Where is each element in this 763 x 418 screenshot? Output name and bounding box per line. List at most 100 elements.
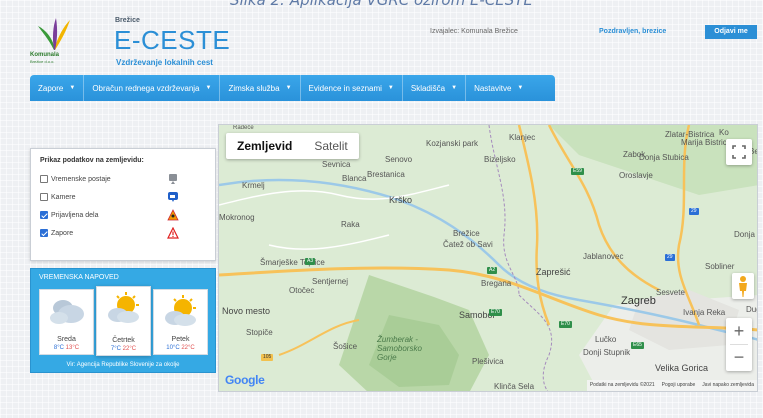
chevron-down-icon: ▼ <box>387 85 394 91</box>
map-place-label: Krško <box>389 195 413 205</box>
map-place-label: Blanca <box>342 174 367 183</box>
fullscreen-icon <box>732 145 746 159</box>
map-place-label: Ko <box>719 128 729 137</box>
forecast-temp: 10°C 22°C <box>166 345 195 351</box>
road-shield: A3 <box>305 258 316 265</box>
forecast-day-today: Četrtek 7°C 22°C <box>96 286 151 356</box>
street-view-pegman[interactable] <box>732 273 754 299</box>
chevron-down-icon: ▼ <box>69 85 76 91</box>
map-place-label: Klinča Sela <box>494 382 535 391</box>
layer-reported-works[interactable]: Prijavljena dela <box>40 209 98 221</box>
layers-title: Prikaz podatkov na zemljevidu: <box>40 157 144 164</box>
map-type-satellite-button[interactable]: Satelit <box>303 133 358 159</box>
nav-item-label: Zapore <box>38 83 64 93</box>
weather-stations-checkbox[interactable] <box>40 175 48 183</box>
map-place-label: Plešivica <box>472 357 504 366</box>
nav-item-zimska-sluzba[interactable]: Zimska služba ▼ <box>220 75 301 101</box>
map-view[interactable]: Zemljevid Satelit Kozjanski park Klanjec… <box>218 124 758 392</box>
map-layers-panel: Prikaz podatkov na zemljevidu: Vremenske… <box>30 148 216 261</box>
map-place-label: Stopiče <box>246 328 273 337</box>
map-place-label: Radeče <box>233 125 254 131</box>
map-data-notice: Podatki na zemljevidu ©2021 <box>589 382 655 388</box>
map-place-label: Brežice <box>453 229 480 238</box>
app-title: E-CESTE <box>114 25 231 55</box>
map-place-label: Oroslavje <box>619 171 653 180</box>
map-place-label: Novo mesto <box>222 306 271 316</box>
user-greeting[interactable]: Pozdravljen, brezice <box>599 28 666 35</box>
logout-button[interactable]: Odjavi me <box>705 25 757 39</box>
map-type-map-button[interactable]: Zemljevid <box>226 133 303 159</box>
forecast-day-name: Sreda <box>57 336 76 343</box>
forecast-temp: 7°C 22°C <box>110 346 137 352</box>
chevron-down-icon: ▼ <box>517 85 524 91</box>
zoom-out-button[interactable]: − <box>726 345 752 371</box>
map-type-control: Zemljevid Satelit <box>226 133 359 159</box>
camera-icon <box>168 192 178 202</box>
layer-cameras[interactable]: Kamere <box>40 191 76 203</box>
forecast-day: Sreda 8°C 13°C <box>39 289 94 355</box>
map-place-label: Mokronog <box>219 213 255 222</box>
report-error-link[interactable]: Javi napako zemljevida <box>702 380 754 391</box>
weather-station-icon <box>169 174 177 184</box>
reported-works-checkbox[interactable] <box>40 211 48 219</box>
partly-sunny-icon <box>108 292 139 323</box>
map-place-label: Dug <box>746 305 757 314</box>
app-header: Komunala Brežice d.o.o. Brežice E-CESTE … <box>0 0 763 72</box>
cameras-checkbox[interactable] <box>40 193 48 201</box>
map-place-label: Lučko <box>595 335 617 344</box>
road-shield: 105 <box>261 354 274 361</box>
weather-forecast-panel: VREMENSKA NAPOVED Sreda 8°C 13°C Četrtek… <box>30 268 216 373</box>
terms-link[interactable]: Pogoji uporabe <box>662 380 696 391</box>
nav-item-skladisca[interactable]: Skladišča ▼ <box>403 75 467 101</box>
map-place-label: Čatež ob Savi <box>443 240 493 249</box>
layer-label: Zapore <box>51 229 74 237</box>
map-place-label: Sobliner <box>705 262 735 271</box>
zoom-in-button[interactable]: + <box>726 318 752 344</box>
nav-item-label: Evidence in seznami <box>308 83 382 93</box>
map-place-label: Kozjanski park <box>426 139 479 148</box>
map-attribution: Podatki na zemljevidu ©2021 Pogoji upora… <box>586 380 757 391</box>
road-shield: E70 <box>489 309 502 316</box>
weather-source: Vir: Agencija Republike Slovenije za oko… <box>66 362 180 368</box>
map-place-label: Zagreb <box>621 295 656 307</box>
map-place-label: Donji Stupnik <box>583 348 631 357</box>
nav-item-evidence[interactable]: Evidence in seznami ▼ <box>301 75 403 101</box>
layer-label: Prijavljena dela <box>51 211 99 219</box>
nav-item-zapore[interactable]: Zapore ▼ <box>30 75 85 101</box>
map-place-label: Donja Stubica <box>639 153 689 162</box>
forecast-day: Petek 10°C 22°C <box>153 289 208 355</box>
nav-item-obracun[interactable]: Obračun rednega vzdrževanja ▼ <box>84 75 221 101</box>
partly-sunny-icon <box>165 295 196 326</box>
road-shield: 29 <box>665 254 675 261</box>
road-shield: E59 <box>571 168 584 175</box>
map-place-label: Sevnica <box>322 160 351 169</box>
map-place-label: Bizeljsko <box>484 155 516 164</box>
weather-title: VREMENSKA NAPOVED <box>39 274 119 281</box>
road-shield: E65 <box>631 342 644 349</box>
pegman-icon <box>739 276 747 297</box>
chevron-down-icon: ▼ <box>205 85 212 91</box>
road-shield: A2 <box>487 267 498 274</box>
nav-item-nastavitve[interactable]: Nastavitve ▼ <box>466 75 531 101</box>
roadwork-icon <box>167 209 179 221</box>
nav-item-label: Nastavitve <box>474 83 512 93</box>
map-place-label: Brestanica <box>367 170 405 179</box>
forecast-temp: 8°C 13°C <box>53 345 80 351</box>
layer-weather-stations[interactable]: Vremenske postaje <box>40 173 111 185</box>
map-place-label: Sentjernej <box>312 277 349 286</box>
closures-checkbox[interactable] <box>40 229 48 237</box>
map-place-label: Bregana <box>481 279 512 288</box>
map-place-label: Velika Gorica <box>655 363 709 373</box>
map-place-label: Klanjec <box>509 133 536 142</box>
forecast-day-name: Četrtek <box>112 337 135 344</box>
map-place-label: Zaprešić <box>536 267 571 277</box>
fullscreen-button[interactable] <box>726 139 752 165</box>
layer-closures[interactable]: Zapore <box>40 227 73 239</box>
nav-item-label: Obračun rednega vzdrževanja <box>92 83 200 93</box>
google-logo: Google <box>225 373 265 387</box>
map-place-label: Raka <box>341 220 360 229</box>
nav-item-label: Skladišča <box>410 83 446 93</box>
map-place-label: Krmelj <box>242 181 265 190</box>
logo-name: Komunala <box>30 52 60 58</box>
map-place-label: Senovo <box>385 155 413 164</box>
